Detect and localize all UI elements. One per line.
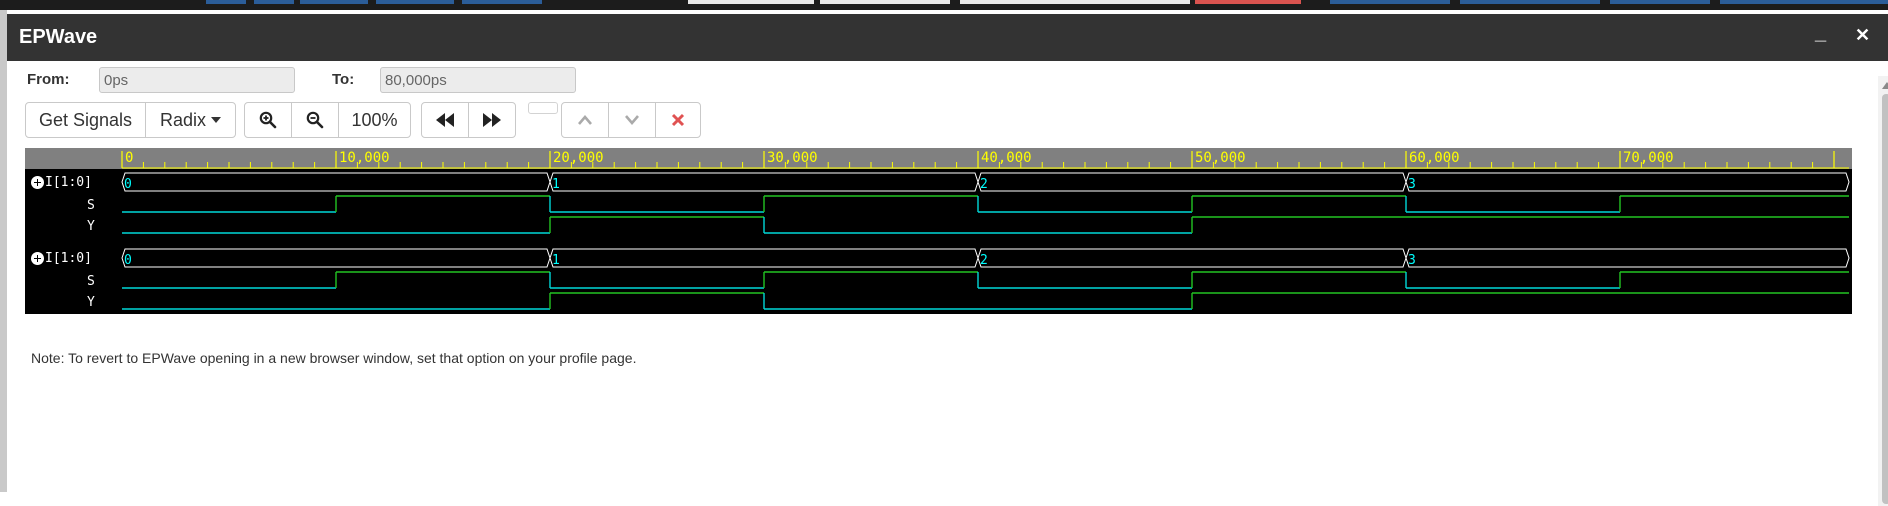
radix-label: Radix <box>159 109 207 130</box>
from-field[interactable]: 0ps <box>99 67 295 93</box>
epwave-window: EPWave _ ✕ From: 0ps To: 80,000ps Get Si… <box>7 14 1888 506</box>
blank-button[interactable] <box>528 102 558 114</box>
fast-forward-icon <box>483 113 501 127</box>
signal-name[interactable]: S <box>87 198 95 213</box>
bus-signal-name[interactable]: I[1:0] <box>45 175 92 190</box>
signal-move-button-group <box>561 102 701 138</box>
signal-name[interactable]: Y <box>87 219 95 234</box>
bus-segment <box>1405 172 1850 192</box>
bus-segment <box>121 172 551 192</box>
bus-value-label: 0 <box>124 177 132 192</box>
rewind-icon <box>436 113 454 127</box>
zoom-out-button[interactable] <box>291 102 339 138</box>
scrollbar-thumb[interactable] <box>1882 94 1888 504</box>
from-label: From: <box>27 71 70 88</box>
remove-signal-button[interactable] <box>655 102 701 138</box>
bus-segment <box>1405 248 1850 268</box>
bus-value-label: 1 <box>552 177 560 192</box>
note-text: Note: To revert to EPWave opening in a n… <box>31 350 637 366</box>
bus-segment <box>121 248 551 268</box>
bus-signal-name[interactable]: I[1:0] <box>45 251 92 266</box>
chevron-down-icon <box>625 115 639 125</box>
signals-button-group: Get Signals Radix <box>25 102 236 138</box>
zoom-in-button[interactable] <box>244 102 292 138</box>
bus-segment <box>977 172 1407 192</box>
bus-value-label: 2 <box>980 177 988 192</box>
minimize-button[interactable]: _ <box>1815 22 1826 45</box>
to-field[interactable]: 80,000ps <box>380 67 576 93</box>
waveform-svg: 0 1 2 3 0 1 2 3 <box>121 172 1850 310</box>
title-bar: EPWave _ ✕ <box>7 14 1888 61</box>
window-title: EPWave <box>19 26 98 48</box>
get-signals-button[interactable]: Get Signals <box>25 102 146 138</box>
bus-value-label: 3 <box>1408 253 1416 268</box>
zoom-level-button[interactable]: 100% <box>338 102 411 138</box>
bus-segment <box>549 172 979 192</box>
close-icon <box>671 113 685 127</box>
expand-group-icon[interactable] <box>31 176 44 189</box>
zoom-out-icon <box>306 111 324 129</box>
to-label: To: <box>332 71 355 88</box>
waveform-panel[interactable]: 0 10,000 20,000 30,000 40,000 50,000 60,000 70,… <box>25 148 1852 314</box>
signal-name[interactable]: S <box>87 274 95 289</box>
bus-value-label: 2 <box>980 253 988 268</box>
bus-segment <box>977 248 1407 268</box>
move-down-button[interactable] <box>608 102 656 138</box>
bus-value-label: 0 <box>124 253 132 268</box>
rewind-button[interactable] <box>421 102 469 138</box>
caret-down-icon <box>211 117 222 123</box>
move-up-button[interactable] <box>561 102 609 138</box>
close-window-button[interactable]: ✕ <box>1855 25 1870 46</box>
zoom-button-group: 100% <box>244 102 411 138</box>
bus-value-label: 1 <box>552 253 560 268</box>
navigation-button-group <box>421 102 516 138</box>
scroll-up-arrow-icon[interactable] <box>1882 82 1888 89</box>
zoom-level: 100% <box>351 109 398 130</box>
signal-name[interactable]: Y <box>87 295 95 310</box>
radix-button[interactable]: Radix <box>145 102 236 138</box>
background-page-edge <box>0 10 7 492</box>
fast-forward-button[interactable] <box>468 102 516 138</box>
get-signals-label: Get Signals <box>38 109 133 130</box>
chevron-up-icon <box>578 115 592 125</box>
bus-segment <box>549 248 979 268</box>
expand-group-icon[interactable] <box>31 252 44 265</box>
browser-top-strip <box>0 0 1888 10</box>
zoom-in-icon <box>259 111 277 129</box>
bus-value-label: 3 <box>1408 177 1416 192</box>
vertical-scrollbar[interactable] <box>1878 76 1888 506</box>
